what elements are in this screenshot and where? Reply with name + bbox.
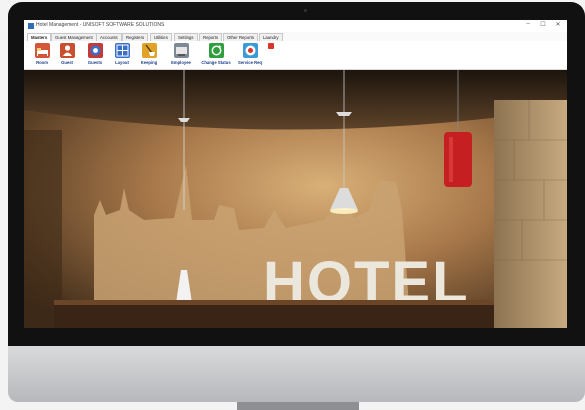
guest-icon [60,43,75,58]
notification-badge[interactable] [268,43,274,49]
bed-icon [35,43,50,58]
toolbar-keeping-label: Keeping [140,60,158,65]
toolbar-guests-button[interactable]: Guests [83,43,107,67]
monitor-chin [8,346,585,402]
app-icon [28,23,34,29]
menu-tab-utilities[interactable]: Utilities [150,33,172,41]
close-button[interactable]: ✕ [551,21,565,28]
menu-tab-guest-management[interactable]: Guest Management [51,33,97,41]
toolbar-layout-button[interactable]: Layout [110,43,134,67]
toolbar-service-req-button[interactable]: Service Req [238,43,262,67]
background-photo: HOTEL [24,70,567,328]
menu-tab-accounts[interactable]: Accounts [96,33,122,41]
monitor-stand [237,402,359,410]
refresh-icon [209,43,224,58]
menu-tab-registers[interactable]: Registers [122,33,149,41]
menu-tab-settings[interactable]: Settings [174,33,198,41]
minimize-button[interactable]: – [521,21,535,27]
toolbar-guest-button[interactable]: Guest [55,43,79,67]
menu-tab-laundry[interactable]: Laundry [259,33,283,41]
menu-tab-reports[interactable]: Reports [199,33,223,41]
reception-desk [54,304,494,328]
toolbar-employee-label: Employee [171,60,191,65]
toolbar-keeping-button[interactable]: Keeping [137,43,161,67]
window-title: Hotel Management - UNISOFT SOFTWARE SOLU… [36,22,165,28]
left-wall [24,130,62,328]
menu-tab-other-reports[interactable]: Other Reports [223,33,258,41]
layout-icon [115,43,130,58]
housekeeping-icon [142,43,157,58]
camera-dot [304,9,307,12]
toolbar-change-status-label: Change Status [201,60,231,65]
red-lamp [444,132,472,187]
menu-tab-masters[interactable]: Masters [27,33,52,41]
guests-icon [88,43,103,58]
maximize-button[interactable]: ☐ [536,21,550,28]
toolbar: Room Guest Guests Layout Keeping Employe… [24,41,567,70]
app-window: Hotel Management - UNISOFT SOFTWARE SOLU… [24,20,567,328]
toolbar-service-req-label: Service Req [238,60,262,65]
stone-wall [494,100,567,328]
employee-icon [174,43,189,58]
toolbar-employee-button[interactable]: Employee [169,43,193,67]
service-request-icon [243,43,258,58]
toolbar-change-status-button[interactable]: Change Status [201,43,231,67]
